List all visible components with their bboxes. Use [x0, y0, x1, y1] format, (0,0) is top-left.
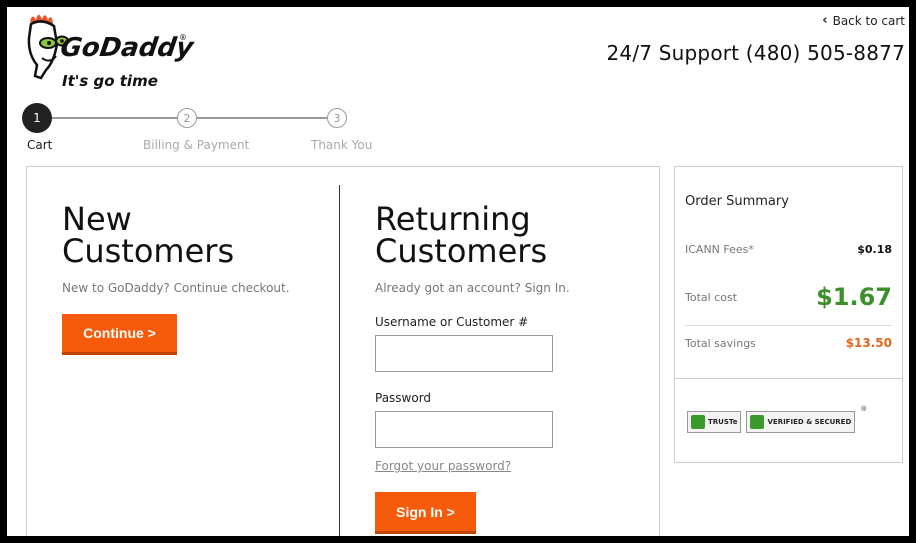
total-savings-value: $13.50	[845, 336, 892, 350]
step-3-label: Thank You	[311, 138, 373, 152]
step-connector	[52, 117, 177, 119]
godaddy-mascot-icon: GoDaddy ® It's go time	[27, 14, 197, 90]
step-1-label: Cart	[27, 138, 53, 152]
logo-name: GoDaddy	[59, 33, 197, 63]
security-badges: TRUSTe VERIFIED & SECURED ®	[687, 405, 867, 433]
new-customers-section: New Customers New to GoDaddy? Continue c…	[62, 203, 290, 295]
returning-customers-title: Returning Customers	[375, 200, 548, 270]
icann-fees-label: ICANN Fees*	[685, 243, 754, 256]
lock-icon	[750, 415, 765, 429]
password-input[interactable]	[375, 411, 553, 448]
new-customers-title: New Customers	[62, 200, 235, 270]
support-phone: 24/7 Support (480) 505-8877	[606, 41, 905, 65]
step-2-label: Billing & Payment	[143, 138, 250, 152]
chevron-left-icon: ‹	[822, 13, 828, 28]
total-savings-label: Total savings	[685, 336, 756, 350]
icann-fees-row: ICANN Fees* $0.18	[685, 243, 892, 256]
column-divider	[339, 185, 340, 536]
step-1-circle: 1	[22, 103, 52, 133]
verified-secured-badge[interactable]: VERIFIED & SECURED	[746, 411, 856, 433]
icann-fees-value: $0.18	[857, 243, 892, 256]
truste-badge[interactable]: TRUSTe	[687, 411, 742, 433]
checkout-steps: 1 2 3 Cart Billing & Payment Thank You	[7, 102, 407, 162]
login-panel: New Customers New to GoDaddy? Continue c…	[26, 166, 660, 536]
total-savings-row: Total savings $13.50	[685, 336, 892, 350]
summary-divider	[685, 325, 892, 326]
continue-button[interactable]: Continue >	[62, 314, 177, 355]
total-cost-label: Total cost	[685, 290, 738, 304]
total-cost-value: $1.67	[816, 283, 892, 311]
returning-customers-subtitle: Already got an account? Sign In.	[375, 281, 570, 295]
sign-in-button[interactable]: Sign In >	[375, 492, 476, 534]
new-customers-subtitle: New to GoDaddy? Continue checkout.	[62, 281, 290, 295]
step-2-circle: 2	[177, 108, 197, 128]
returning-customers-section: Returning Customers Already got an accou…	[375, 203, 570, 473]
order-summary-title: Order Summary	[685, 194, 789, 209]
logo-tagline: It's go time	[62, 72, 158, 90]
svg-text:®: ®	[179, 33, 187, 42]
registered-icon: ®	[860, 405, 868, 413]
total-cost-row: Total cost $1.67	[685, 283, 892, 311]
truste-check-icon	[691, 415, 705, 429]
step-connector	[197, 117, 327, 119]
password-label: Password	[375, 391, 432, 405]
step-3-circle: 3	[327, 108, 347, 128]
username-input[interactable]	[375, 335, 553, 372]
checkout-page: GoDaddy ® It's go time ‹ Back to cart 24…	[7, 7, 909, 536]
back-to-cart-link[interactable]: ‹ Back to cart	[822, 13, 905, 28]
order-summary: Order Summary ICANN Fees* $0.18 Total co…	[674, 166, 903, 463]
forgot-password-link[interactable]: Forgot your password?	[375, 459, 570, 473]
godaddy-logo[interactable]: GoDaddy ® It's go time	[24, 10, 199, 95]
username-label: Username or Customer #	[375, 315, 529, 329]
summary-section-divider	[675, 378, 902, 379]
back-to-cart-label: Back to cart	[832, 13, 905, 28]
